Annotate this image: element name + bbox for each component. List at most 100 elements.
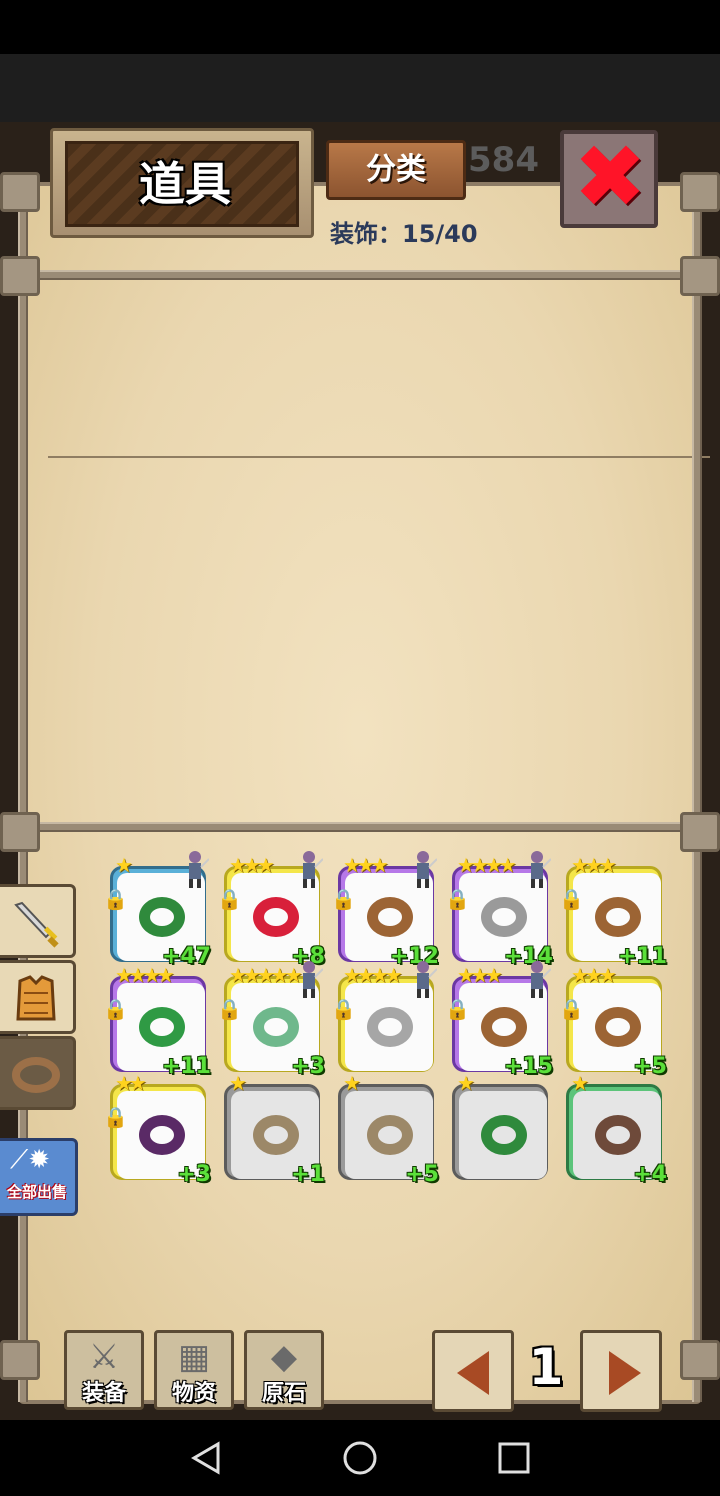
frame-rail — [18, 182, 28, 1402]
materials-tab[interactable]: ▦ 物资 — [154, 1330, 234, 1410]
frame-rail — [20, 822, 700, 832]
enhance-level: +1 — [291, 1162, 325, 1187]
ring-icon — [595, 1115, 641, 1155]
lock-icon: 🔒 — [103, 887, 128, 911]
frame-rail — [20, 270, 700, 280]
item-slot[interactable]: ★★★★ 🔒 — [331, 961, 438, 1072]
star-rating: ★ — [229, 1071, 247, 1095]
lock-icon: 🔒 — [445, 997, 470, 1021]
item-slot[interactable]: ★ +5 — [338, 1071, 439, 1187]
star-rating: ★★★★★ — [229, 963, 303, 987]
star-rating: ★★★★ — [457, 853, 517, 877]
item-slot[interactable]: ★ — [452, 1071, 548, 1180]
ring-icon — [367, 1115, 413, 1155]
crate-icon: ▦ — [177, 1337, 211, 1377]
lock-icon: 🔒 — [559, 887, 584, 911]
wand-icon: ⟋✹ — [10, 1145, 50, 1175]
page-title: 道具 — [139, 157, 231, 211]
frame-corner — [0, 172, 40, 212]
ring-icon — [253, 1115, 299, 1155]
left-arrow-icon — [457, 1351, 489, 1395]
equipped-hero-icon — [409, 849, 438, 889]
item-slot[interactable]: ★ 🔒 +47 — [103, 851, 211, 969]
ring-icon — [595, 897, 641, 937]
star-rating: ★ — [571, 1071, 589, 1095]
star-rating: ★ — [457, 1071, 475, 1095]
equipped-hero-icon — [181, 849, 210, 889]
equipped-hero-icon — [409, 959, 438, 999]
frame-rail — [692, 182, 702, 1402]
gem-tab[interactable]: ◆ 原石 — [244, 1330, 324, 1410]
star-rating: ★ — [343, 1071, 361, 1095]
star-rating: ★★ — [115, 1071, 147, 1095]
frame-corner — [680, 812, 720, 852]
equipped-hero-icon — [295, 849, 324, 889]
weapon-tab[interactable] — [0, 884, 76, 958]
game-area — [0, 122, 720, 1420]
frame-corner — [680, 1340, 720, 1380]
armor-icon — [16, 975, 56, 1021]
enhance-level: +5 — [633, 1054, 667, 1079]
item-slot[interactable]: ★★★ 🔒 +8 — [217, 851, 325, 969]
sword-icon — [14, 901, 59, 948]
ring-icon — [253, 1007, 299, 1047]
recents-icon[interactable] — [494, 1438, 534, 1478]
enhance-level: +15 — [503, 1054, 553, 1079]
ring-icon — [367, 897, 413, 937]
armor-tab[interactable] — [0, 960, 76, 1034]
item-slot[interactable]: ★★★★ 🔒 +11 — [103, 963, 211, 1079]
ring-icon — [481, 1115, 527, 1155]
star-rating: ★★★ — [571, 963, 617, 987]
prev-page-button[interactable] — [432, 1330, 514, 1412]
sell-all-button[interactable]: ⟋✹ 全部出售 — [0, 1138, 78, 1216]
equipped-hero-icon — [523, 849, 552, 889]
lock-icon: 🔒 — [445, 887, 470, 911]
ring-icon — [595, 1007, 641, 1047]
next-page-button[interactable] — [580, 1330, 662, 1412]
enhance-level: +11 — [161, 1054, 211, 1079]
item-slot[interactable]: ★ +4 — [566, 1071, 667, 1187]
item-slot[interactable]: ★★ 🔒 +3 — [103, 1071, 211, 1187]
lock-icon: 🔒 — [331, 887, 356, 911]
item-slot[interactable]: ★★★ 🔒 +5 — [559, 963, 667, 1079]
enhance-level: +11 — [617, 944, 667, 969]
ring-icon — [139, 1115, 185, 1155]
star-rating: ★★★★ — [343, 963, 403, 987]
background-number: 584 — [468, 140, 539, 180]
equipment-tab[interactable]: ⚔ 装备 — [64, 1330, 144, 1410]
accessory-tab[interactable] — [0, 1036, 76, 1110]
lock-icon: 🔒 — [559, 997, 584, 1021]
ring-icon — [481, 897, 527, 937]
frame-corner — [0, 812, 40, 852]
ring-icon — [139, 1007, 185, 1047]
capacity-label: 装饰：15/40 — [330, 220, 478, 248]
lock-icon: 🔒 — [331, 997, 356, 1021]
item-slot[interactable]: ★★★★★ 🔒 +3 — [217, 961, 325, 1079]
equipped-hero-icon — [523, 959, 552, 999]
item-slot[interactable]: ★★★ 🔒 +12 — [331, 851, 439, 969]
home-icon[interactable] — [340, 1438, 380, 1478]
lock-icon: 🔒 — [103, 1105, 128, 1129]
ring-icon — [253, 897, 299, 937]
close-button[interactable]: ✖ — [560, 130, 658, 228]
top-band — [0, 54, 720, 130]
status-bar — [0, 0, 720, 54]
crystal-icon: ◆ — [270, 1337, 298, 1377]
back-icon[interactable] — [186, 1438, 226, 1478]
inventory-panel — [18, 182, 710, 1404]
page-number: 1 — [528, 1338, 564, 1396]
system-nav-bar — [0, 1420, 720, 1496]
star-rating: ★ — [115, 853, 133, 877]
item-slot[interactable]: ★★★ 🔒 +11 — [559, 853, 667, 969]
item-slot[interactable]: ★ +1 — [224, 1071, 325, 1187]
divider — [48, 456, 710, 458]
close-icon: ✖ — [573, 125, 647, 228]
equipped-hero-icon — [295, 959, 324, 999]
item-slot[interactable]: ★★★ 🔒 +15 — [445, 961, 553, 1079]
item-slot[interactable]: ★★★★ 🔒 +14 — [445, 851, 553, 969]
lock-icon: 🔒 — [217, 997, 242, 1021]
title-plate: 道具 — [50, 128, 314, 238]
frame-corner — [680, 172, 720, 212]
category-button[interactable]: 分类 — [326, 140, 466, 200]
star-rating: ★★★ — [343, 853, 389, 877]
